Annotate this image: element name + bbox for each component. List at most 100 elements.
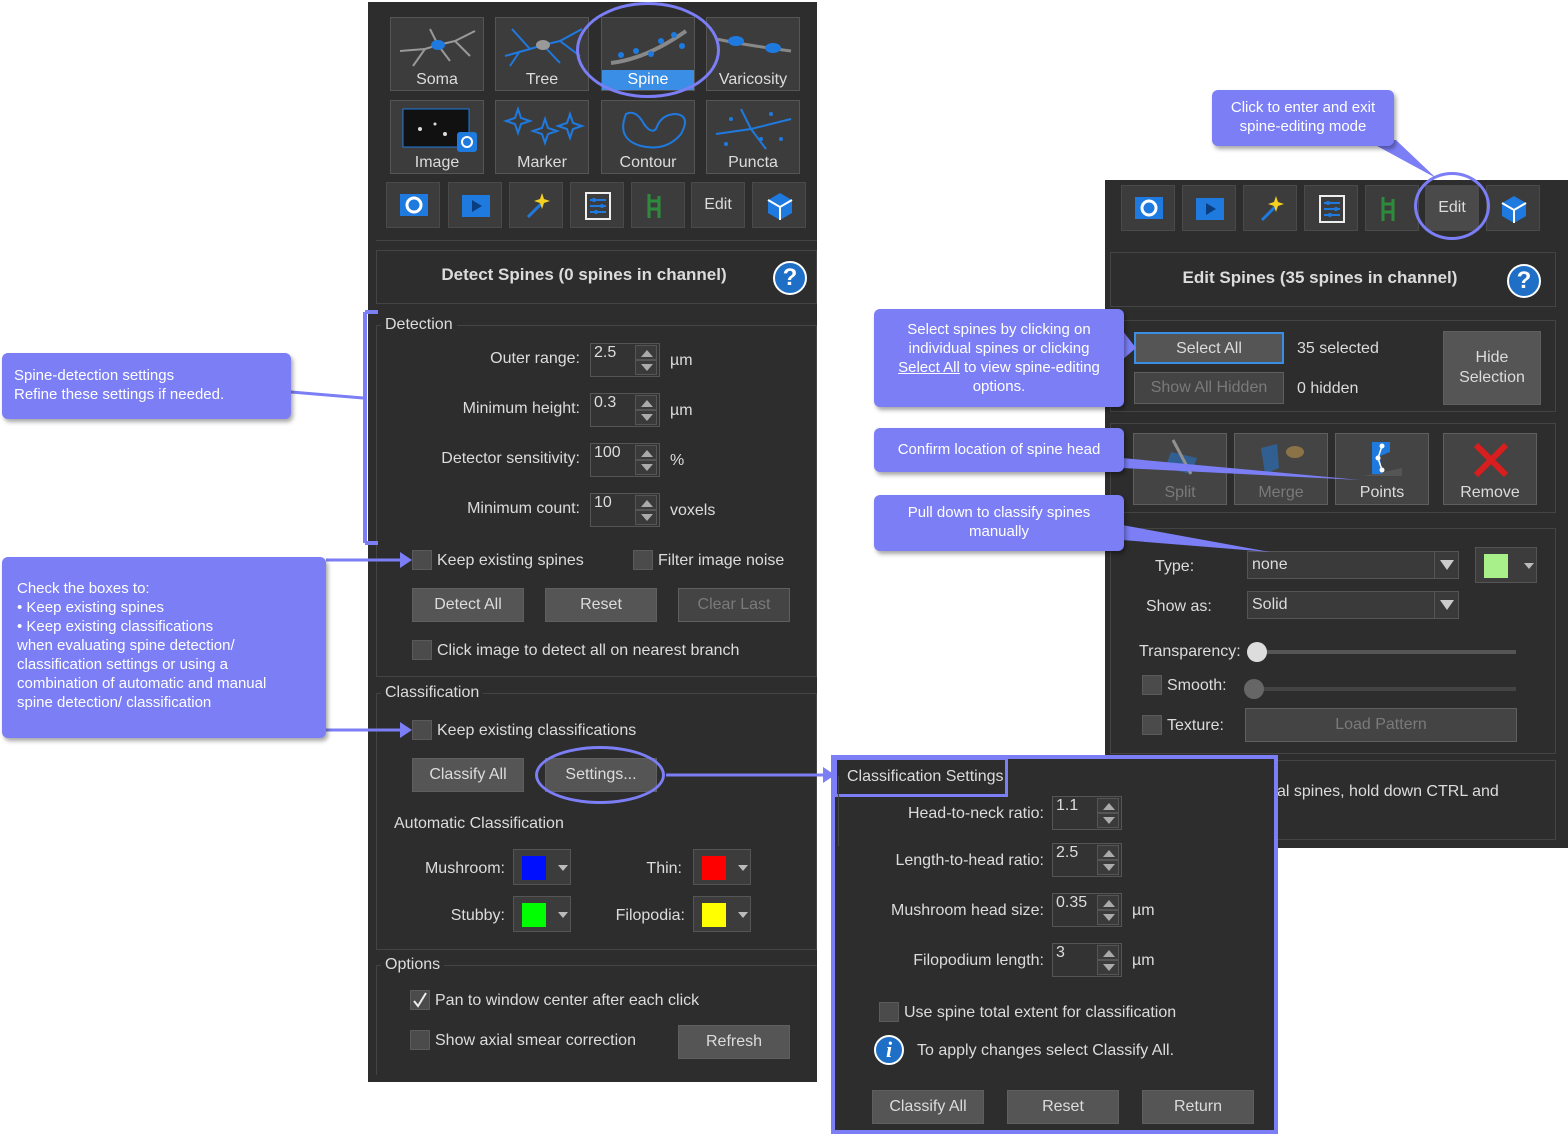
object-tree[interactable]: Tree [495, 17, 589, 91]
outer-range-stepper[interactable]: 2.5 [590, 343, 660, 377]
smooth-slider-track[interactable] [1250, 687, 1516, 691]
transparency-slider-track[interactable] [1250, 650, 1516, 654]
sensitivity-stepper[interactable]: 100 [590, 443, 660, 477]
edit-mode-callout: Click to enter and exit spine-editing mo… [1212, 90, 1394, 146]
object-varicosity[interactable]: Varicosity [706, 17, 800, 91]
head-neck-stepper[interactable]: 1.1 [1052, 796, 1122, 830]
texture-checkbox[interactable] [1142, 715, 1162, 735]
points-button[interactable]: Points [1335, 433, 1429, 505]
mush-head-stepper[interactable]: 0.35 [1052, 893, 1122, 927]
click-image-checkbox[interactable] [412, 640, 432, 660]
display-settings-button[interactable] [386, 182, 440, 228]
cs-reset-button[interactable]: Reset [1007, 1090, 1119, 1124]
graph-button[interactable] [1365, 185, 1419, 231]
keep-spines-checkbox[interactable] [412, 550, 432, 570]
mushroom-color-picker[interactable] [513, 849, 571, 885]
increment-arrow[interactable] [635, 345, 657, 360]
show-as-dropdown[interactable]: Solid [1247, 591, 1459, 619]
filo-len-stepper[interactable]: 3 [1052, 943, 1122, 977]
keep-classifications-checkbox[interactable] [412, 720, 432, 740]
decrement-arrow[interactable] [1097, 910, 1119, 925]
smooth-checkbox[interactable] [1142, 675, 1162, 695]
split-button[interactable]: Split [1133, 433, 1227, 505]
increment-arrow[interactable] [1097, 845, 1119, 860]
graph-button[interactable] [631, 182, 685, 228]
object-puncta[interactable]: Puncta [706, 100, 800, 174]
smooth-slider-handle[interactable] [1244, 679, 1264, 699]
magic-wand-button[interactable] [509, 182, 563, 228]
min-height-stepper[interactable]: 0.3 [590, 393, 660, 427]
object-soma[interactable]: Soma [390, 17, 484, 91]
increment-arrow[interactable] [635, 445, 657, 460]
decrement-arrow[interactable] [1097, 860, 1119, 875]
clear-last-button[interactable]: Clear Last [678, 588, 790, 622]
classify-all-button[interactable]: Classify All [412, 758, 524, 792]
decrement-arrow[interactable] [635, 460, 657, 475]
boxes-callout-line: Check the boxes to: [17, 580, 150, 597]
sliders-icon [1319, 195, 1345, 223]
type-dropdown[interactable]: none [1247, 551, 1459, 579]
dropdown-arrow-icon [558, 912, 568, 918]
magic-wand-button[interactable] [1243, 185, 1297, 231]
decrement-arrow[interactable] [635, 510, 657, 525]
cube-button[interactable] [1486, 185, 1540, 231]
help-icon[interactable]: ? [773, 261, 807, 295]
select-all-button[interactable]: Select All [1134, 332, 1284, 364]
min-count-label: Minimum count: [467, 500, 580, 517]
pan-checkbox[interactable] [410, 990, 430, 1010]
cube-button[interactable] [752, 182, 806, 228]
stubby-color-picker[interactable] [513, 896, 571, 932]
use-total-checkbox[interactable] [879, 1002, 899, 1022]
sliders-button[interactable] [1304, 185, 1358, 231]
increment-arrow[interactable] [635, 495, 657, 510]
boxes-callout-line: • Keep existing spines [17, 599, 165, 616]
boxes-callout-line: spine detection/ classification [17, 694, 212, 711]
sensitivity-value: 100 [594, 444, 621, 461]
thin-color-picker[interactable] [693, 849, 751, 885]
len-head-label: Length-to-head ratio: [895, 852, 1044, 869]
type-color-picker[interactable] [1475, 547, 1537, 583]
object-marker[interactable]: Marker [495, 100, 589, 174]
load-pattern-button[interactable]: Load Pattern [1245, 708, 1517, 742]
decrement-arrow[interactable] [1097, 960, 1119, 975]
hide-selection-button[interactable]: Hide Selection [1443, 331, 1541, 405]
display-settings-button[interactable] [1121, 185, 1175, 231]
edit-button[interactable]: Edit [691, 182, 745, 228]
movie-button[interactable] [1182, 185, 1236, 231]
remove-button[interactable]: Remove [1443, 433, 1537, 505]
merge-button[interactable]: Merge [1234, 433, 1328, 505]
increment-arrow[interactable] [1097, 945, 1119, 960]
boxes-callout-line: combination of automatic and manual [17, 675, 267, 692]
filter-noise-checkbox[interactable] [633, 550, 653, 570]
transparency-slider-handle[interactable] [1247, 642, 1267, 662]
increment-arrow[interactable] [1097, 895, 1119, 910]
options-legend: Options [381, 956, 445, 974]
help-icon[interactable]: ? [1507, 264, 1541, 298]
min-count-unit: voxels [670, 502, 716, 519]
min-count-stepper[interactable]: 10 [590, 493, 660, 527]
decrement-arrow[interactable] [635, 410, 657, 425]
sliders-button[interactable] [570, 182, 624, 228]
reset-button[interactable]: Reset [545, 588, 657, 622]
refresh-button[interactable]: Refresh [678, 1025, 790, 1059]
show-all-hidden-button[interactable]: Show All Hidden [1134, 372, 1284, 404]
object-image[interactable]: Image [390, 100, 484, 174]
increment-arrow[interactable] [1097, 798, 1119, 813]
filopodia-color-picker[interactable] [693, 896, 751, 932]
puncta-label: Puncta [728, 154, 778, 171]
decrement-arrow[interactable] [1097, 813, 1119, 828]
movie-button[interactable] [448, 182, 502, 228]
remove-label: Remove [1460, 484, 1520, 501]
axial-checkbox[interactable] [410, 1030, 430, 1050]
dropdown-arrow-icon [558, 865, 568, 871]
cs-return-button[interactable]: Return [1142, 1090, 1254, 1124]
increment-arrow[interactable] [635, 395, 657, 410]
min-count-value: 10 [594, 494, 612, 511]
contour-label: Contour [619, 154, 677, 171]
detect-all-button[interactable]: Detect All [412, 588, 524, 622]
detection-callout-line: Refine these settings if needed. [14, 386, 225, 403]
len-head-stepper[interactable]: 2.5 [1052, 843, 1122, 877]
cs-classify-all-button[interactable]: Classify All [872, 1090, 984, 1124]
object-contour[interactable]: Contour [601, 100, 695, 174]
decrement-arrow[interactable] [635, 360, 657, 375]
